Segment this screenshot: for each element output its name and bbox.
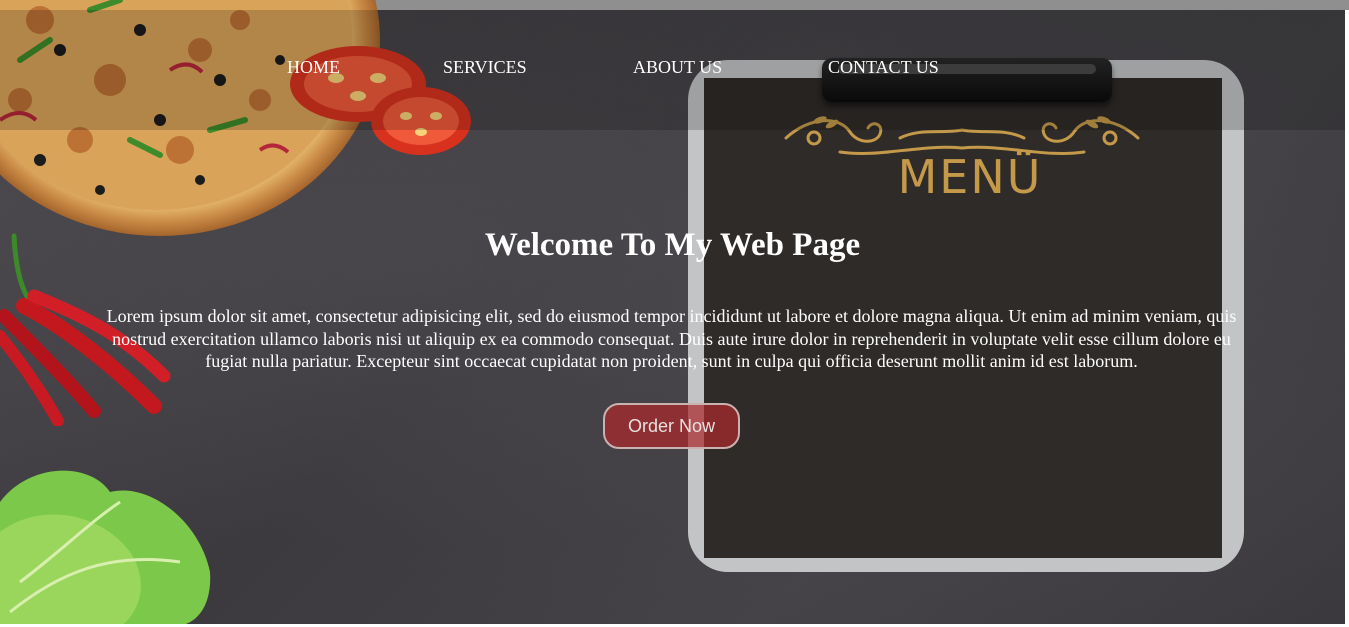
hero-heading: Welcome To My Web Page [484, 227, 861, 263]
right-edge [1345, 10, 1349, 627]
lettuce-image [0, 470, 211, 627]
hero-body-text: Lorem ipsum dolor sit amet, consectetur … [106, 306, 1237, 371]
order-now-button[interactable]: Order Now [603, 403, 740, 449]
nav-about-link[interactable]: ABOUT US [633, 57, 722, 77]
nav-home-link[interactable]: HOME [287, 57, 340, 77]
menu-board-title: MENÜ [897, 150, 1043, 204]
nav-contact-link[interactable]: CONTACT US [828, 57, 939, 77]
nav-services-link[interactable]: SERVICES [443, 57, 527, 77]
